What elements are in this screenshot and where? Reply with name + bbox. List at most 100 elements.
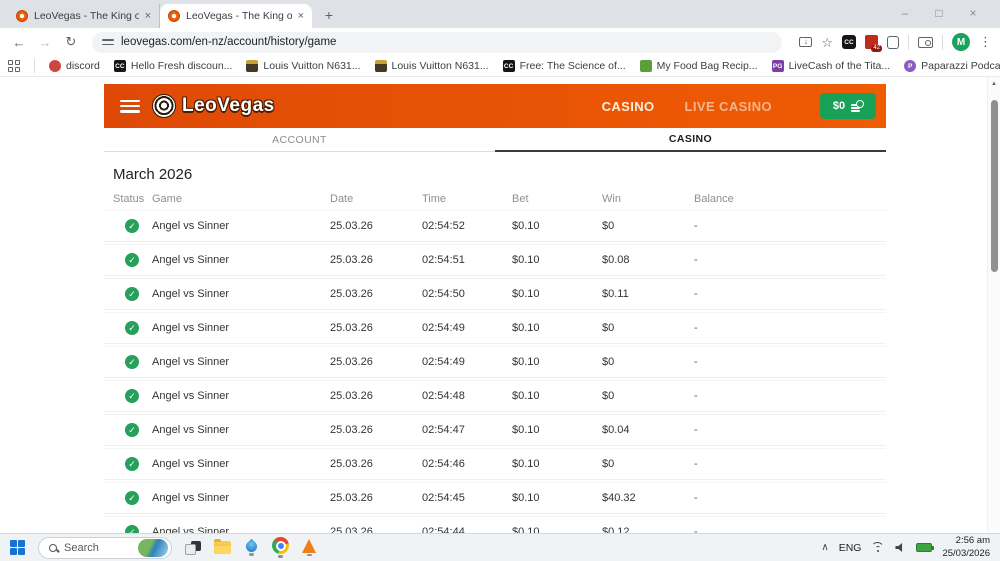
tab-close-icon[interactable]: × [145, 10, 151, 22]
speaker-icon[interactable] [895, 543, 906, 553]
bookmark-label: Paparazzi Podcast o... [921, 60, 1000, 72]
game-history-row[interactable]: ✓ Angel vs Sinner 25.03.26 02:54:46 $0.1… [104, 449, 886, 479]
tab-close-icon[interactable]: × [298, 10, 304, 22]
cell-time: 02:54:49 [422, 356, 512, 368]
bookmark-item[interactable]: CC Free: The Science of... [503, 60, 626, 72]
cell-win: $0 [602, 220, 694, 232]
forward-button[interactable]: → [34, 35, 56, 50]
droplet-icon [244, 539, 260, 555]
clock-time: 2:56 am [942, 535, 990, 547]
file-explorer-button[interactable] [214, 541, 231, 554]
bookmark-item[interactable]: discord [49, 60, 100, 72]
game-history-row[interactable]: ✓ Angel vs Sinner 25.03.26 02:54:45 $0.1… [104, 483, 886, 513]
bookmark-list: discord CC Hello Fresh discoun... Louis … [49, 60, 1000, 72]
table-body: ✓ Angel vs Sinner 25.03.26 02:54:52 $0.1… [104, 211, 886, 533]
balance-button[interactable]: $0 [820, 93, 876, 119]
site-header: LeoVegas CASINO LIVE CASINO $0 [104, 84, 886, 128]
nav-live-casino[interactable]: LIVE CASINO [685, 99, 772, 114]
toolbar-actions: ↓ ☆ CC 42 M ⋮ [799, 33, 992, 51]
site-nav: CASINO LIVE CASINO $0 [602, 93, 876, 119]
game-history-row[interactable]: ✓ Angel vs Sinner 25.03.26 02:54:52 $0.1… [104, 211, 886, 241]
tab-account[interactable]: ACCOUNT [104, 128, 495, 152]
url-text[interactable]: leovegas.com/en-nz/account/history/game [121, 36, 336, 48]
cell-balance: - [694, 254, 886, 266]
cell-balance: - [694, 390, 886, 402]
search-placeholder: Search [64, 542, 131, 554]
tray-chevron-icon[interactable]: ∧ [821, 542, 828, 553]
browser-tab-1[interactable]: LeoVegas - The King of Mobile × [8, 4, 160, 28]
scrollbar-thumb[interactable] [991, 100, 998, 272]
droplet-app-button[interactable] [244, 539, 259, 556]
menu-kebab-icon[interactable]: ⋮ [979, 34, 992, 50]
cell-game: Angel vs Sinner [152, 254, 330, 266]
bookmark-item[interactable]: My Food Bag Recip... [640, 60, 758, 72]
tab-title: LeoVegas - The King of Mobile [186, 10, 292, 22]
chrome-button[interactable] [272, 537, 289, 558]
address-bar[interactable]: leovegas.com/en-nz/account/history/game [92, 32, 782, 53]
cell-date: 25.03.26 [330, 492, 422, 504]
status-check-icon: ✓ [125, 423, 139, 437]
game-history-row[interactable]: ✓ Angel vs Sinner 25.03.26 02:54:44 $0.1… [104, 517, 886, 533]
cell-bet: $0.10 [512, 492, 602, 504]
browser-tab-2[interactable]: LeoVegas - The King of Mobile × [160, 4, 312, 28]
task-view-button[interactable] [185, 541, 201, 555]
leovegas-lion-logo[interactable] [152, 94, 176, 118]
bookmark-item[interactable]: CC Hello Fresh discoun... [114, 60, 233, 72]
col-status: Status [113, 193, 152, 205]
extension-red-icon[interactable]: 42 [865, 35, 878, 49]
language-indicator[interactable]: ENG [839, 542, 862, 554]
tab-strip: LeoVegas - The King of Mobile × LeoVegas… [0, 0, 340, 28]
bookmark-item[interactable]: Louis Vuitton N631... [375, 60, 489, 72]
cell-bet: $0.10 [512, 424, 602, 436]
vlc-button[interactable] [302, 539, 316, 557]
bookmark-item[interactable]: P Paparazzi Podcast o... [904, 60, 1000, 72]
nav-casino[interactable]: CASINO [602, 99, 655, 114]
reload-button[interactable]: ↻ [60, 34, 82, 50]
tab-casino[interactable]: CASINO [495, 128, 886, 152]
start-button[interactable] [10, 540, 25, 555]
site-settings-icon[interactable] [102, 36, 114, 48]
apps-grid-icon[interactable] [8, 60, 20, 72]
page-scrollbar[interactable]: ▲ [987, 77, 1000, 533]
game-history-row[interactable]: ✓ Angel vs Sinner 25.03.26 02:54:51 $0.1… [104, 245, 886, 275]
game-history-row[interactable]: ✓ Angel vs Sinner 25.03.26 02:54:49 $0.1… [104, 347, 886, 377]
game-history-row[interactable]: ✓ Angel vs Sinner 25.03.26 02:54:50 $0.1… [104, 279, 886, 309]
cell-game: Angel vs Sinner [152, 356, 330, 368]
game-history-row[interactable]: ✓ Angel vs Sinner 25.03.26 02:54:47 $0.1… [104, 415, 886, 445]
bookmark-label: Hello Fresh discoun... [131, 60, 233, 72]
bookmark-star-icon[interactable]: ☆ [821, 36, 833, 49]
scrollbar-up-arrow[interactable]: ▲ [988, 77, 1000, 87]
wifi-icon[interactable] [871, 542, 885, 553]
battery-icon[interactable] [916, 543, 932, 552]
hamburger-menu-icon[interactable] [120, 100, 140, 113]
cell-date: 25.03.26 [330, 288, 422, 300]
taskbar-search[interactable]: Search [38, 537, 172, 559]
profile-avatar[interactable]: M [952, 33, 970, 51]
leovegas-wordmark[interactable]: LeoVegas [182, 95, 275, 117]
extension-badge: 42 [871, 45, 882, 52]
status-check-icon: ✓ [125, 355, 139, 369]
browser-titlebar: LeoVegas - The King of Mobile × LeoVegas… [0, 0, 1000, 28]
bookmark-item[interactable]: PG LiveCash of the Tita... [772, 60, 891, 72]
extension-cc-icon[interactable]: CC [842, 35, 856, 49]
col-game: Game [152, 193, 330, 205]
game-history-row[interactable]: ✓ Angel vs Sinner 25.03.26 02:54:48 $0.1… [104, 381, 886, 411]
back-button[interactable]: ← [8, 35, 30, 50]
new-tab-button[interactable]: + [318, 4, 340, 26]
bookmarks-bar: discord CC Hello Fresh discoun... Louis … [0, 56, 1000, 77]
close-button[interactable]: × [956, 6, 990, 20]
taskbar-clock[interactable]: 2:56 am 25/03/2026 [942, 535, 990, 560]
game-history-row[interactable]: ✓ Angel vs Sinner 25.03.26 02:54:49 $0.1… [104, 313, 886, 343]
minimize-button[interactable]: – [888, 6, 922, 20]
clock-date: 25/03/2026 [942, 548, 990, 560]
cell-game: Angel vs Sinner [152, 458, 330, 470]
search-daily-image[interactable] [138, 539, 168, 557]
extension-box-icon[interactable] [887, 36, 899, 49]
bookmark-label: LiveCash of the Tita... [789, 60, 891, 72]
install-app-icon[interactable]: ↓ [799, 37, 812, 47]
bookmark-item[interactable]: Louis Vuitton N631... [246, 60, 360, 72]
maximize-button[interactable]: □ [922, 6, 956, 20]
cell-time: 02:54:51 [422, 254, 512, 266]
tab-search-icon[interactable] [918, 37, 933, 48]
cell-game: Angel vs Sinner [152, 526, 330, 533]
